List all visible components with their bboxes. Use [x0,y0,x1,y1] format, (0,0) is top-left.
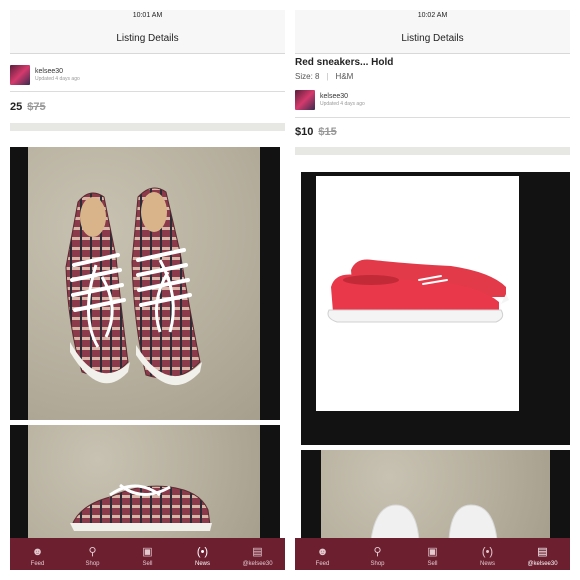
seller-row[interactable]: kelsee30 Updated 4 days ago [295,90,365,110]
listing-photo-1[interactable] [301,172,570,445]
listing-photo-2[interactable] [10,425,280,540]
tab-label: @kelsee30 [527,561,558,567]
listing-photo-2[interactable] [301,450,570,540]
listing-title: Red sneakers... Hold [295,57,394,68]
section-separator [295,147,570,155]
brand-link[interactable]: H&M [336,72,354,81]
tab-label: Feed [315,561,330,567]
seller-updated: Updated 4 days ago [35,76,80,82]
listing-screen-left: 10:01 AM Listing Details kelsee30 Update… [10,10,285,570]
meta-divider: | [326,72,329,81]
size-label: Size: 8 [295,72,320,81]
red-sneaker-image [327,259,509,323]
tab-label: @kelsee30 [242,561,273,567]
nav-title: Listing Details [10,24,285,54]
price-row: 25 $75 [10,101,46,113]
sneaker-side-view-image [70,483,212,531]
tab-profile[interactable]: ▤ @kelsee30 [515,538,570,570]
tab-sell[interactable]: ▣ Sell [120,538,175,570]
tab-label: News [194,561,210,567]
listing-photo-1[interactable] [10,147,280,420]
size-brand-row: Size: 8 | H&M [295,72,353,81]
tab-label: Shop [85,561,100,567]
camera-icon: ▣ [427,546,438,558]
bottom-tab-bar: ☻ Feed ⚲ Shop ▣ Sell (•) News ▤ @kelsee3… [10,538,285,570]
camera-icon: ▣ [142,546,153,558]
sneakers-top-view-image [65,187,202,386]
broadcast-icon: (•) [481,546,494,558]
tab-shop[interactable]: ⚲ Shop [350,538,405,570]
broadcast-icon: (•) [196,546,209,558]
sneaker-soles-image [370,504,498,540]
search-icon: ⚲ [373,546,382,558]
tab-feed[interactable]: ☻ Feed [10,538,65,570]
tab-label: Sell [142,561,153,567]
price-row: $10 $15 [295,126,337,138]
tab-news[interactable]: (•) News [460,538,515,570]
seller-username[interactable]: kelsee30 [35,68,80,75]
original-price: $75 [27,101,46,113]
status-bar-time: 10:02 AM [295,10,570,24]
tab-feed[interactable]: ☻ Feed [295,538,350,570]
bottom-tab-bar: ☻ Feed ⚲ Shop ▣ Sell (•) News ▤ @kelsee3… [295,538,570,570]
price: $10 [295,126,314,138]
tab-shop[interactable]: ⚲ Shop [65,538,120,570]
people-icon: ☻ [31,546,44,558]
avatar[interactable] [10,65,30,85]
seller-updated: Updated 4 days ago [320,101,365,107]
tab-label: Sell [427,561,438,567]
tab-label: News [479,561,495,567]
seller-username[interactable]: kelsee30 [320,93,365,100]
section-separator [10,123,285,131]
avatar[interactable] [295,90,315,110]
tab-sell[interactable]: ▣ Sell [405,538,460,570]
divider [295,117,570,118]
tab-label: Shop [370,561,385,567]
tab-news[interactable]: (•) News [175,538,230,570]
profile-card-icon: ▤ [252,546,263,558]
search-icon: ⚲ [88,546,97,558]
price: 25 [10,101,23,113]
tab-profile[interactable]: ▤ @kelsee30 [230,538,285,570]
listing-screen-right: 10:02 AM Listing Details Red sneakers...… [295,10,570,570]
seller-row[interactable]: kelsee30 Updated 4 days ago [10,65,80,85]
people-icon: ☻ [316,546,329,558]
nav-title: Listing Details [295,24,570,54]
original-price: $15 [318,126,337,138]
status-bar-time: 10:01 AM [10,10,285,24]
tab-label: Feed [30,561,45,567]
divider [10,91,285,92]
profile-card-icon: ▤ [537,546,548,558]
